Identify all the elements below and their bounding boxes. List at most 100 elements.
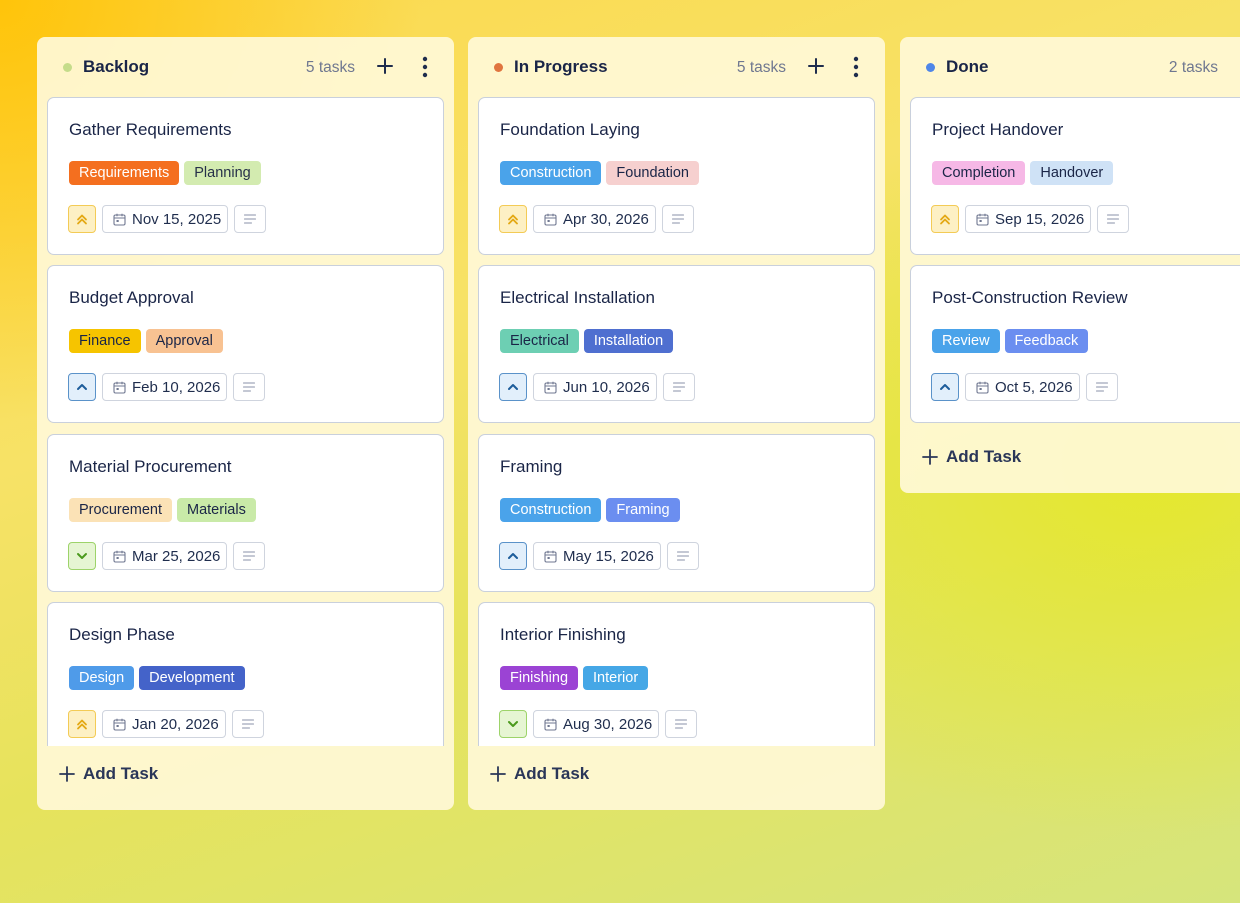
- due-date-chip[interactable]: Mar 25, 2026: [102, 542, 228, 570]
- add-task-label: Add Task: [514, 764, 590, 783]
- calendar-icon: [544, 718, 557, 731]
- due-date-chip[interactable]: Jan 20, 2026: [102, 710, 226, 738]
- more-options-icon[interactable]: [414, 54, 436, 80]
- add-card-icon[interactable]: [374, 54, 396, 78]
- plus-icon: [490, 766, 506, 782]
- tag-list: Finishing Interior: [500, 666, 649, 690]
- description-button[interactable]: [231, 710, 264, 738]
- tag-list: Construction Framing: [500, 498, 680, 522]
- priority-button[interactable]: [499, 542, 527, 570]
- due-date-chip[interactable]: Aug 30, 2026: [533, 710, 660, 738]
- task-card[interactable]: Gather Requirements Requirements Planning…: [47, 97, 444, 255]
- tag-list: Construction Foundation: [500, 161, 699, 185]
- text-lines-icon: [675, 719, 688, 729]
- priority-button[interactable]: [931, 373, 959, 401]
- add-task-button[interactable]: Add Task: [490, 764, 589, 784]
- status-dot: [63, 63, 72, 72]
- tag-list: Finance Approval: [69, 329, 223, 353]
- tag-label: Review: [932, 329, 1000, 353]
- task-count: 5 tasks: [305, 59, 355, 76]
- task-card[interactable]: Framing Construction Framing May 15, 2026: [478, 434, 875, 592]
- card-meta: Jun 10, 2026: [499, 373, 695, 401]
- card-title: Gather Requirements: [69, 120, 232, 139]
- chevron-down-icon: [75, 549, 89, 563]
- due-date-chip[interactable]: Jun 10, 2026: [533, 373, 657, 401]
- task-card[interactable]: Post-Construction Review Review Feedback …: [910, 265, 1240, 423]
- description-button[interactable]: [233, 373, 266, 401]
- due-date-chip[interactable]: Oct 5, 2026: [965, 373, 1080, 401]
- description-button[interactable]: [661, 205, 694, 233]
- chevron-down-icon: [506, 717, 520, 731]
- text-lines-icon: [1095, 382, 1108, 392]
- plus-icon: [922, 449, 938, 465]
- card-title: Interior Finishing: [500, 625, 626, 644]
- due-date-chip[interactable]: Sep 15, 2026: [965, 205, 1092, 233]
- add-task-button[interactable]: Add Task: [922, 447, 1021, 467]
- priority-button[interactable]: [68, 205, 96, 233]
- task-card[interactable]: Material Procurement Procurement Material…: [47, 434, 444, 592]
- priority-button[interactable]: [499, 205, 527, 233]
- task-card[interactable]: Budget Approval Finance Approval Feb 10, …: [47, 265, 444, 423]
- card-title: Material Procurement: [69, 457, 232, 476]
- card-meta: Apr 30, 2026: [499, 205, 694, 233]
- description-button[interactable]: [233, 542, 266, 570]
- column-header: Done 2 tasks: [900, 37, 1240, 97]
- priority-button[interactable]: [68, 542, 96, 570]
- description-button[interactable]: [662, 373, 695, 401]
- tag-list: Completion Handover: [932, 161, 1114, 185]
- task-card[interactable]: Project Handover Completion Handover Sep …: [910, 97, 1240, 255]
- due-date: May 15, 2026: [563, 547, 654, 565]
- priority-button[interactable]: [499, 373, 527, 401]
- tag-label: Interior: [583, 666, 649, 690]
- tag-label: Procurement: [69, 498, 173, 522]
- due-date: Apr 30, 2026: [563, 210, 649, 228]
- add-task-button[interactable]: Add Task: [59, 764, 158, 784]
- calendar-icon: [544, 381, 557, 394]
- tag-label: Design: [69, 666, 135, 690]
- text-lines-icon: [244, 214, 257, 224]
- column-title: In Progress: [514, 57, 608, 76]
- description-button[interactable]: [1097, 205, 1130, 233]
- tag-list: Electrical Installation: [500, 329, 674, 353]
- card-title: Electrical Installation: [500, 288, 655, 307]
- description-button[interactable]: [665, 710, 698, 738]
- due-date-chip[interactable]: Apr 30, 2026: [533, 205, 656, 233]
- column-header: In Progress 5 tasks: [468, 37, 885, 97]
- due-date-chip[interactable]: Nov 15, 2025: [102, 205, 229, 233]
- double-chevron-up-icon: [938, 212, 952, 226]
- tag-label: Handover: [1030, 161, 1114, 185]
- task-card[interactable]: Electrical Installation Electrical Instal…: [478, 265, 875, 423]
- due-date-chip[interactable]: May 15, 2026: [533, 542, 661, 570]
- tag-label: Installation: [583, 329, 674, 353]
- priority-button[interactable]: [68, 710, 96, 738]
- column-backlog: Backlog 5 tasks Gather Requirements Requ…: [37, 37, 454, 810]
- due-date-chip[interactable]: Feb 10, 2026: [102, 373, 228, 401]
- more-options-icon[interactable]: [845, 54, 867, 80]
- priority-button[interactable]: [931, 205, 959, 233]
- tag-label: Electrical: [500, 329, 579, 353]
- tag-label: Materials: [177, 498, 256, 522]
- description-button[interactable]: [234, 205, 267, 233]
- tag-label: Development: [139, 666, 245, 690]
- card-meta: Nov 15, 2025: [68, 205, 267, 233]
- task-card[interactable]: Design Phase Design Development Jan 20, 2…: [47, 602, 444, 746]
- description-button[interactable]: [1085, 373, 1118, 401]
- chevron-up-icon: [75, 380, 89, 394]
- tag-label: Finishing: [500, 666, 579, 690]
- priority-button[interactable]: [68, 373, 96, 401]
- add-task-label: Add Task: [83, 764, 159, 783]
- calendar-icon: [544, 213, 557, 226]
- task-card[interactable]: Interior Finishing Finishing Interior Aug…: [478, 602, 875, 746]
- plus-icon: [59, 766, 75, 782]
- priority-button[interactable]: [499, 710, 527, 738]
- add-card-icon[interactable]: [805, 54, 827, 78]
- task-card[interactable]: Foundation Laying Construction Foundation…: [478, 97, 875, 255]
- calendar-icon: [976, 381, 989, 394]
- add-task-label: Add Task: [946, 447, 1022, 466]
- chevron-up-icon: [938, 380, 952, 394]
- description-button[interactable]: [666, 542, 699, 570]
- card-title: Budget Approval: [69, 288, 194, 307]
- card-title: Framing: [500, 457, 563, 476]
- card-meta: Sep 15, 2026: [931, 205, 1130, 233]
- tag-list: Review Feedback: [932, 329, 1089, 353]
